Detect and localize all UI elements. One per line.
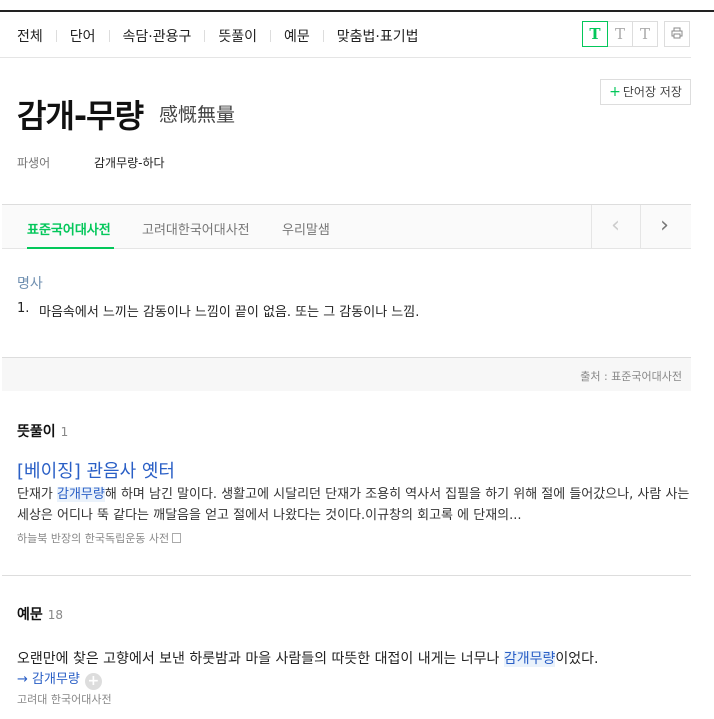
- chevron-left-icon: ‹: [611, 213, 620, 238]
- example-word-link[interactable]: → 감개무량 +: [17, 668, 102, 690]
- tab-meaning[interactable]: 뜻풀이: [218, 26, 257, 46]
- definition-source: 출처 : 표준국어대사전: [580, 370, 682, 383]
- tab-divider: [270, 30, 272, 42]
- example-highlight: 감개무량: [503, 651, 556, 667]
- meaning-section-label: 뜻풀이: [17, 424, 56, 440]
- tab-korea-univ-dictionary[interactable]: 고려대한국어대사전: [142, 219, 250, 238]
- entry-title: 감개-무량: [17, 97, 144, 135]
- font-size-controls: T T T: [582, 21, 690, 47]
- search-category-tabs: 전체 단어 속담·관용구 뜻풀이 예문 맞춤법·표기법 T T T: [0, 12, 691, 58]
- snippet-text: 해 하며 남긴 말이다. 생활고에 시달리던 단재가 조용히 역사서 집필을 하…: [17, 487, 690, 523]
- chevron-right-icon: ›: [660, 213, 669, 238]
- tab-divider: [204, 30, 206, 42]
- part-of-speech: 명사: [17, 276, 43, 292]
- definition-number: 1.: [17, 301, 30, 316]
- font-size-large-button[interactable]: T: [632, 21, 658, 47]
- example-text: 오랜만에 찾은 고향에서 보낸 하룻밤과 마을 사람들의 따뜻한 대접이 내게는…: [17, 651, 504, 667]
- example-section-label: 예문: [17, 607, 43, 623]
- entry-hanja: 感慨無量: [159, 104, 236, 126]
- article-source: 하늘북 반장의 한국독립운동 사전: [17, 530, 182, 546]
- prev-arrow-button[interactable]: ‹: [591, 205, 639, 248]
- meaning-section-title: 뜻풀이 1: [17, 421, 68, 441]
- tab-example[interactable]: 예문: [284, 26, 310, 46]
- snippet-highlight: 감개무량: [57, 487, 105, 502]
- tab-divider: [108, 30, 110, 42]
- next-arrow-button[interactable]: ›: [640, 205, 688, 248]
- definition-text: 마음속에서 느끼는 감동이나 느낌이 끝이 없음. 또는 그 감동이나 느낌.: [39, 305, 420, 320]
- active-tab-indicator: [27, 247, 114, 249]
- tab-divider: [55, 30, 57, 42]
- example-sentence: 오랜만에 찾은 고향에서 보낸 하룻밤과 마을 사람들의 따뜻한 대접이 내게는…: [17, 648, 599, 668]
- save-to-wordbook-button[interactable]: + 단어장 저장: [600, 79, 691, 105]
- example-source: 고려대 한국어대사전: [17, 693, 112, 706]
- save-label: 단어장 저장: [622, 85, 682, 99]
- print-icon: [671, 27, 683, 39]
- tab-divider: [322, 30, 324, 42]
- article-title-link[interactable]: [베이징] 관음사 옛터: [17, 457, 175, 483]
- copy-icon[interactable]: [172, 533, 182, 543]
- tab-urimalsaem[interactable]: 우리말샘: [282, 219, 330, 238]
- font-size-small-button[interactable]: T: [582, 21, 608, 47]
- print-button[interactable]: [664, 21, 690, 47]
- tab-spelling[interactable]: 맞춤법·표기법: [337, 26, 419, 46]
- meaning-count: 1: [60, 425, 69, 439]
- add-icon[interactable]: +: [84, 673, 102, 690]
- example-section-title: 예문 18: [17, 604, 63, 624]
- example-text: 이었다.: [555, 651, 599, 667]
- section-divider: [2, 575, 691, 576]
- example-count: 18: [47, 608, 64, 622]
- font-size-medium-button[interactable]: T: [607, 21, 633, 47]
- derivative-label: 파생어: [17, 156, 51, 170]
- plus-icon: +: [609, 84, 621, 100]
- derivative-link[interactable]: 감개무량-하다: [94, 154, 165, 171]
- article-snippet: 단재가 감개무량해 하며 남긴 말이다. 생활고에 시달리던 단재가 조용히 역…: [17, 484, 697, 526]
- tab-word[interactable]: 단어: [70, 26, 96, 46]
- tab-standard-dictionary[interactable]: 표준국어대사전: [27, 219, 111, 238]
- tab-idiom[interactable]: 속담·관용구: [123, 26, 192, 46]
- snippet-text: 단재가: [17, 487, 58, 502]
- example-word-label: → 감개무량: [17, 672, 80, 687]
- article-source-label: 하늘북 반장의 한국독립운동 사전: [17, 532, 170, 545]
- source-bar: 출처 : 표준국어대사전: [2, 357, 691, 391]
- tab-all[interactable]: 전체: [17, 26, 43, 46]
- dictionary-tabs: 표준국어대사전 고려대한국어대사전 우리말샘 ‹ ›: [2, 204, 691, 249]
